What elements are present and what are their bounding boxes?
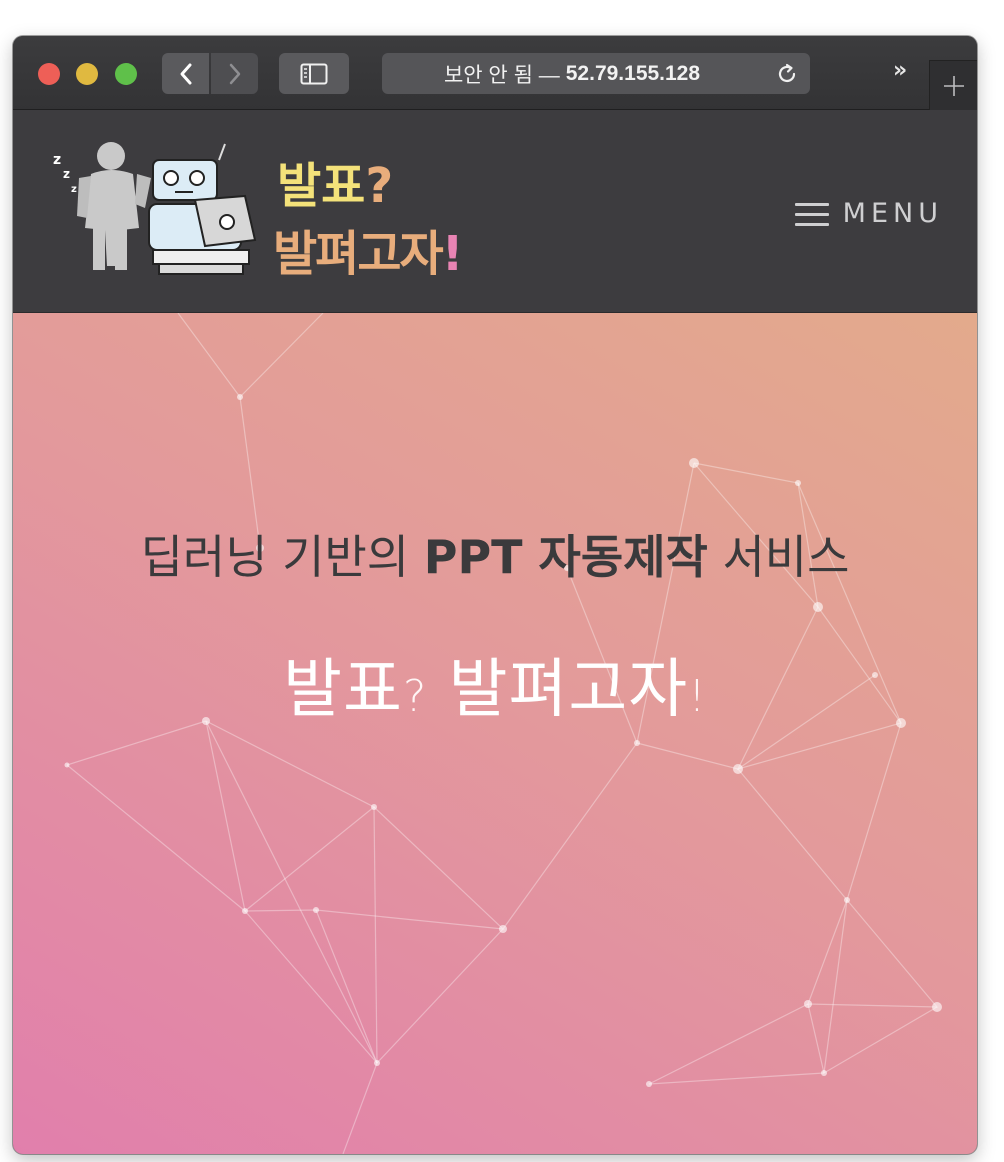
svg-text:발펴고자!: 발펴고자!: [273, 226, 462, 282]
hero-subtitle-exclaim: !: [688, 671, 707, 722]
address-text: 보안 안 됨 — 52.79.155.128: [382, 53, 762, 94]
logo-line1-mark: ?: [365, 158, 393, 214]
hero-subtitle-a: 발표: [283, 653, 403, 727]
svg-text:발표?: 발표?: [277, 158, 393, 214]
hero-subtitle-question: ?: [402, 671, 428, 722]
logo-line2: 발펴고자: [273, 226, 443, 282]
zoom-window-button[interactable]: [115, 63, 137, 85]
hero-title-prefix: 딥러닝 기반의: [140, 530, 424, 584]
sidebar-toggle-button[interactable]: [279, 53, 349, 94]
hero-subtitle: 발표? 발펴고자!: [13, 638, 977, 730]
plus-icon: [944, 75, 964, 96]
logo-line1: 발표: [277, 158, 365, 214]
chevron-left-icon: [180, 63, 191, 84]
sidebar-icon: [300, 63, 328, 84]
network-background: [64, 313, 942, 1154]
address-host: 52.79.155.128: [565, 61, 701, 85]
site-header: z z z 발표? 발펴고자! MENU: [13, 110, 977, 313]
chevron-right-icon: [229, 63, 240, 84]
back-button[interactable]: [162, 53, 209, 94]
hero-title-bold: PPT 자동제작: [423, 530, 708, 584]
close-window-button[interactable]: [38, 63, 60, 85]
hero-title-suffix: 서비스: [707, 530, 850, 584]
minimize-window-button[interactable]: [76, 63, 98, 85]
hero-section: 딥러닝 기반의 PPT 자동제작 서비스 발표? 발펴고자!: [13, 313, 977, 1154]
hamburger-icon: [794, 201, 829, 227]
svg-text:z: z: [71, 184, 77, 195]
person-illustration: z z z: [53, 142, 151, 270]
hero-title: 딥러닝 기반의 PPT 자동제작 서비스: [13, 521, 977, 587]
robot-illustration: [148, 143, 257, 275]
browser-window: 보안 안 됨 — 52.79.155.128 » z z z 발표? 발펴고자!…: [13, 36, 977, 1154]
new-tab-button[interactable]: [929, 60, 977, 110]
site-logo[interactable]: z z z 발표? 발펴고자!: [49, 138, 479, 288]
menu-label: MENU: [842, 198, 943, 229]
security-warning: 보안 안 됨 —: [443, 63, 560, 87]
reload-icon[interactable]: [774, 61, 800, 87]
more-tabs-button[interactable]: »: [893, 58, 907, 83]
svg-text:z: z: [53, 152, 61, 168]
forward-button[interactable]: [211, 53, 258, 94]
address-bar[interactable]: 보안 안 됨 — 52.79.155.128: [382, 53, 810, 94]
browser-toolbar: 보안 안 됨 — 52.79.155.128 »: [13, 36, 977, 110]
svg-text:z: z: [63, 167, 70, 181]
menu-button[interactable]: MENU: [794, 198, 943, 229]
hero-subtitle-b: 발펴고자: [427, 653, 689, 727]
logo-line2-mark: !: [442, 226, 462, 282]
